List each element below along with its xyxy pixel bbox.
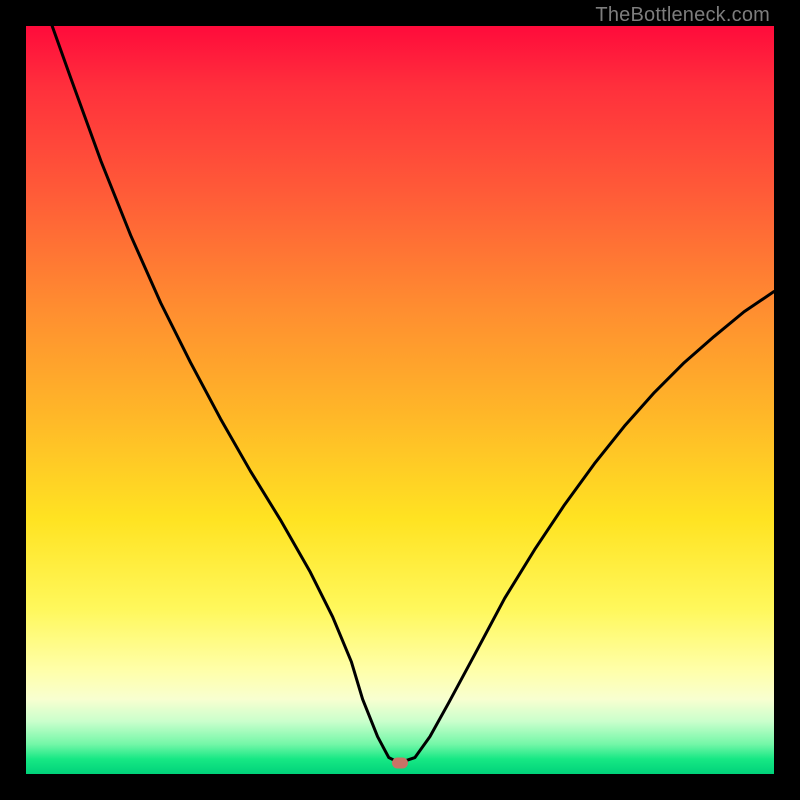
bottleneck-curve xyxy=(26,26,774,774)
chart-frame: TheBottleneck.com xyxy=(0,0,800,800)
watermark-text: TheBottleneck.com xyxy=(595,4,770,27)
plot-area xyxy=(26,26,774,774)
optimal-marker xyxy=(392,757,408,768)
